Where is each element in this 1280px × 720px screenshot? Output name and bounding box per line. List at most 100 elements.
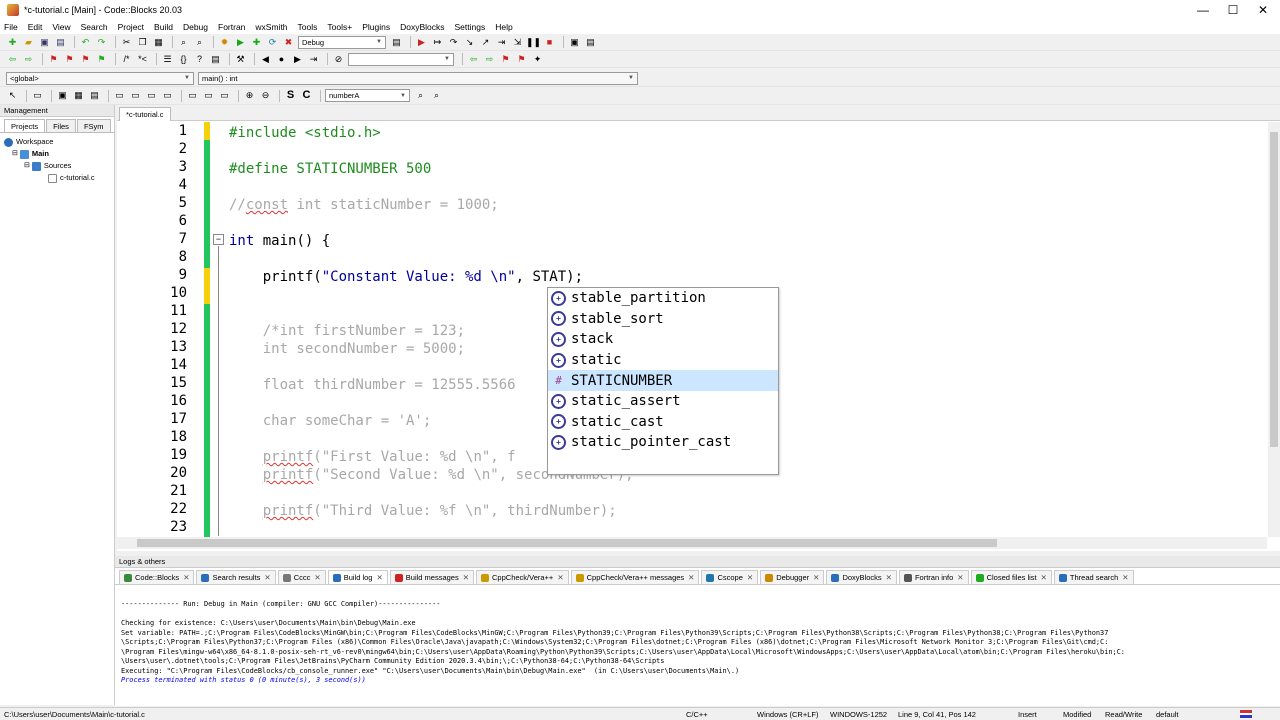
log-tab[interactable]: Build messages ✕ — [389, 570, 475, 584]
log-tab[interactable]: Closed files list ✕ — [970, 570, 1052, 584]
menu-settings[interactable]: Settings — [455, 22, 486, 32]
log-tab[interactable]: Code::Blocks ✕ — [119, 570, 195, 584]
close-button[interactable]: ✕ — [1248, 0, 1278, 20]
menu-fortran[interactable]: Fortran — [218, 22, 245, 32]
panel-icon[interactable]: ▤ — [88, 90, 101, 102]
jump-back-icon[interactable]: ⇦ — [6, 53, 19, 65]
close-tab-icon[interactable]: ✕ — [1122, 573, 1128, 582]
cut-icon[interactable]: ✂ — [120, 36, 133, 48]
braces-icon[interactable]: {} — [177, 53, 190, 65]
highlight-prev-icon[interactable]: ⚑ — [499, 53, 512, 65]
back-nav-icon[interactable]: ⇦ — [467, 53, 480, 65]
log-tab[interactable]: Thread search ✕ — [1053, 570, 1134, 584]
save-icon[interactable]: ▣ — [38, 36, 51, 48]
code-editor[interactable]: *c-tutorial.c 1 2 3 4 5 6 7 8 9 10 11 12 13 14 15 16 17 1… — [117, 106, 1280, 551]
tab-fsymbols[interactable]: FSym — [76, 119, 111, 132]
wand-icon[interactable]: ✦ — [531, 53, 544, 65]
rebuild-icon[interactable]: ⟳ — [266, 36, 279, 48]
debug-start-icon[interactable]: ▶ — [415, 36, 428, 48]
autocomplete-item[interactable]: + static_assert — [548, 391, 778, 412]
tab-files[interactable]: Files — [46, 119, 76, 132]
menu-tools[interactable]: Tools — [298, 22, 318, 32]
log-tab[interactable]: Cccc ✕ — [277, 570, 326, 584]
s-icon[interactable]: S — [284, 90, 297, 102]
log-tab[interactable]: Debugger ✕ — [760, 570, 825, 584]
tab-projects[interactable]: Projects — [4, 119, 46, 132]
next-line-icon[interactable]: ↷ — [447, 36, 460, 48]
editor-horizontal-scrollbar[interactable] — [117, 537, 1267, 549]
box7-icon[interactable]: ▭ — [218, 90, 231, 102]
menu-debug[interactable]: Debug — [183, 22, 208, 32]
autocomplete-item[interactable]: + static_cast — [548, 412, 778, 433]
autocomplete-item[interactable]: + stack — [548, 329, 778, 350]
frame-icon[interactable]: ▣ — [56, 90, 69, 102]
zoom-in-icon[interactable]: ⊕ — [243, 90, 256, 102]
help-icon[interactable]: ? — [193, 53, 206, 65]
stop-debugger-icon[interactable]: ■ — [543, 36, 556, 48]
highlight-next-icon[interactable]: ⚑ — [515, 53, 528, 65]
toggle-bookmark-icon[interactable]: ⚑ — [47, 53, 60, 65]
macro-input[interactable]: ▼ — [348, 52, 454, 66]
symbol-search-input[interactable]: numberA ▼ — [325, 89, 410, 102]
editor-vertical-scrollbar[interactable] — [1268, 122, 1280, 537]
close-tab-icon[interactable]: ✕ — [747, 573, 753, 582]
clear-bookmarks-icon[interactable]: ⚑ — [95, 53, 108, 65]
log-tab[interactable]: Fortran info ✕ — [898, 570, 969, 584]
scope-select[interactable]: <global> ▼ — [6, 71, 194, 85]
menu-file[interactable]: File — [4, 22, 18, 32]
menu-help[interactable]: Help — [495, 22, 512, 32]
box6-icon[interactable]: ▭ — [202, 90, 215, 102]
tree-file[interactable]: c-tutorial.c — [4, 172, 114, 184]
doc-icon[interactable]: ▤ — [209, 53, 222, 65]
close-tab-icon[interactable]: ✕ — [264, 573, 270, 582]
autocomplete-item[interactable]: + stable_partition — [548, 288, 778, 309]
next-bookmark-icon[interactable]: ⚑ — [79, 53, 92, 65]
log-tab[interactable]: Build log ✕ — [327, 570, 388, 584]
search-options-icon[interactable]: ⌕ — [430, 90, 443, 102]
box-icon[interactable]: ▭ — [113, 90, 126, 102]
tree-project[interactable]: ⊟ Main — [4, 148, 114, 160]
log-tab[interactable]: Cscope ✕ — [701, 570, 759, 584]
tree-sources-folder[interactable]: ⊟ Sources — [4, 160, 114, 172]
close-tab-icon[interactable]: ✕ — [376, 573, 382, 582]
fold-toggle-icon[interactable]: − — [213, 234, 224, 245]
debug-windows-icon[interactable]: ▣ — [568, 36, 581, 48]
close-tab-icon[interactable]: ✕ — [886, 573, 892, 582]
play-icon[interactable]: ▶ — [291, 53, 304, 65]
next-instruction-icon[interactable]: ⇥ — [495, 36, 508, 48]
run-to-cursor-icon[interactable]: ↦ — [431, 36, 444, 48]
autocomplete-item[interactable]: # STATICNUMBER — [548, 370, 778, 391]
uncomment-icon[interactable]: *< — [136, 53, 149, 65]
end-icon[interactable]: ⇥ — [307, 53, 320, 65]
new-file-icon[interactable]: ✚ — [6, 36, 19, 48]
close-tab-icon[interactable]: ✕ — [688, 573, 694, 582]
close-tab-icon[interactable]: ✕ — [314, 573, 320, 582]
build-target-select[interactable]: Debug ▼ — [298, 35, 386, 49]
tree-workspace[interactable]: Workspace — [4, 136, 114, 148]
grid-icon[interactable]: ▦ — [72, 90, 85, 102]
menu-project[interactable]: Project — [118, 22, 144, 32]
search-icon[interactable]: ⌕ — [414, 90, 427, 102]
close-tab-icon[interactable]: ✕ — [557, 573, 563, 582]
close-tab-icon[interactable]: ✕ — [957, 573, 963, 582]
close-tab-icon[interactable]: ✕ — [1041, 573, 1047, 582]
tools-icon[interactable]: ⚒ — [234, 53, 247, 65]
record-icon[interactable]: ● — [275, 53, 288, 65]
rect-icon[interactable]: ▭ — [31, 90, 44, 102]
log-tab[interactable]: CppCheck/Vera++ messages ✕ — [570, 570, 700, 584]
step-out-icon[interactable]: ↗ — [479, 36, 492, 48]
comment-icon[interactable]: /* — [120, 53, 133, 65]
run-icon[interactable]: ▶ — [234, 36, 247, 48]
forward-nav-icon[interactable]: ⇨ — [483, 53, 496, 65]
menu-wxsmith[interactable]: wxSmith — [255, 22, 287, 32]
menu-search[interactable]: Search — [81, 22, 108, 32]
build-run-icon[interactable]: ✚ — [250, 36, 263, 48]
break-debugger-icon[interactable]: ❚❚ — [526, 36, 541, 48]
menu-view[interactable]: View — [52, 22, 70, 32]
vscroll-thumb[interactable] — [1270, 132, 1278, 447]
box3-icon[interactable]: ▭ — [145, 90, 158, 102]
debug-info-icon[interactable]: ▤ — [584, 36, 597, 48]
find-icon[interactable]: ⌕ — [177, 36, 190, 48]
close-tab-icon[interactable]: ✕ — [183, 573, 189, 582]
copy-icon[interactable]: ❐ — [136, 36, 149, 48]
